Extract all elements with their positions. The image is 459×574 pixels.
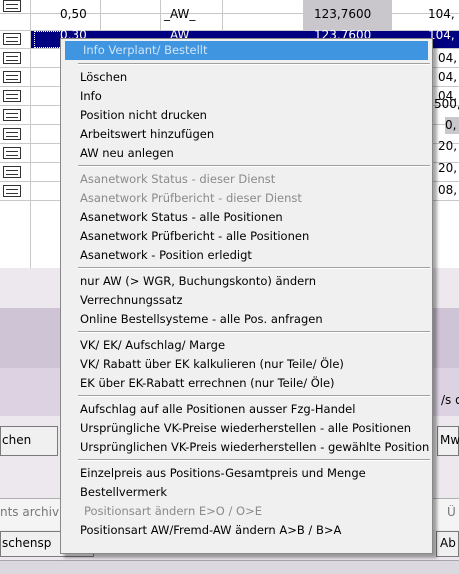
menu-item-aufschlag-alle-positionen[interactable]: Aufschlag auf alle Positionen ausser Fzg… — [80, 400, 355, 419]
menu-item-bestellvermerk[interactable]: Bestellvermerk — [80, 483, 167, 502]
type-cell[interactable]: _AW_ — [164, 6, 195, 23]
row-detail-icon[interactable] — [3, 33, 21, 45]
archive-field[interactable]: nts archiv — [0, 505, 59, 519]
row-detail-icon[interactable] — [3, 52, 21, 64]
archive-right-label: Ü — [447, 505, 456, 519]
context-menu: Info Verplant/ Bestellt Löschen Info Pos… — [60, 38, 433, 554]
row-detail-icon[interactable] — [3, 71, 21, 83]
menu-item-nur-aw-aendern[interactable]: nur AW (> WGR, Buchungskonto) ändern — [80, 272, 316, 291]
menu-separator — [78, 165, 430, 167]
status-bar — [0, 560, 459, 574]
total-cell[interactable]: 20, — [438, 138, 459, 155]
row-detail-icon[interactable] — [3, 0, 21, 12]
row-detail-icon[interactable] — [3, 147, 21, 159]
qty-cell[interactable]: 0,50 — [60, 6, 87, 23]
menu-item-asanetwork-status-alle[interactable]: Asanetwork Status - alle Positionen — [80, 208, 283, 227]
menu-item-position-nicht-drucken[interactable]: Position nicht drucken — [80, 106, 207, 125]
total-cell[interactable]: 04, — [438, 50, 459, 67]
mwst-button-label: Mw — [440, 433, 459, 447]
menu-separator — [78, 267, 430, 269]
total-cell[interactable]: 20, — [438, 160, 459, 177]
menu-item-ek-rabatt-errechnen[interactable]: EK über EK-Rabatt errechnen (nur Teile/ … — [80, 374, 335, 393]
total-cell[interactable]: 104, — [428, 6, 459, 23]
field-label: /s o — [441, 393, 459, 407]
total-cell[interactable]: 08, — [438, 182, 459, 199]
menu-item-asanetwork-status-dienst: Asanetwork Status - dieser Dienst — [80, 172, 276, 186]
menu-item-asanetwork-erledigt[interactable]: Asanetwork - Position erledigt — [80, 246, 252, 265]
tab-right-label: Ab — [440, 536, 456, 550]
menu-item-info[interactable]: Info — [80, 87, 102, 106]
menu-item-vk-preise-wiederherstellen-alle[interactable]: Ursprüngliche VK-Preise wiederherstellen… — [80, 419, 411, 438]
menu-item-arbeitswert-hinzufuegen[interactable]: Arbeitswert hinzufügen — [80, 125, 214, 144]
menu-item-info-verplant[interactable]: Info Verplant/ Bestellt — [65, 41, 428, 60]
row-detail-icon[interactable] — [3, 109, 21, 121]
row-detail-icon[interactable] — [3, 128, 21, 140]
row-detail-icon[interactable] — [3, 185, 21, 197]
menu-item-positionsart-e-o: Positionsart ändern E>O / O>E — [84, 504, 262, 518]
tab-left-label: schensp — [2, 536, 52, 550]
total-cell[interactable]: 04, — [438, 69, 459, 86]
menu-item-asanetwork-pruefbericht-dienst: Asanetwork Prüfbericht - dieser Dienst — [80, 191, 302, 205]
menu-item-vk-ek-aufschlag-marge[interactable]: VK/ EK/ Aufschlag/ Marge — [80, 336, 225, 355]
menu-separator — [78, 63, 430, 65]
total-cell[interactable]: 500, — [434, 96, 459, 113]
menu-item-einzelpreis-aus-gesamtpreis[interactable]: Einzelpreis aus Positions-Gesamtpreis un… — [80, 464, 366, 483]
menu-item-online-bestellsysteme[interactable]: Online Bestellsysteme - alle Pos. anfrag… — [80, 310, 323, 329]
menu-separator — [78, 331, 430, 333]
action-button-label: chen — [2, 433, 32, 447]
menu-item-vk-preis-wiederherstellen-gewaehlt[interactable]: Ursprünglichen VK-Preis wiederherstellen… — [80, 438, 429, 457]
menu-item-verrechnungssatz[interactable]: Verrechnungssatz — [80, 291, 182, 310]
menu-item-aw-neu-anlegen[interactable]: AW neu anlegen — [80, 144, 174, 163]
menu-item-asanetwork-pruefbericht-alle[interactable]: Asanetwork Prüfbericht - alle Positionen — [80, 227, 309, 246]
menu-separator — [78, 459, 430, 461]
total-cell[interactable]: 0, — [445, 117, 459, 134]
menu-item-loeschen[interactable]: Löschen — [80, 68, 127, 87]
menu-item-positionsart-aw-fremd-aw[interactable]: Positionsart AW/Fremd-AW ändern A>B / B>… — [80, 521, 341, 540]
focus-cell[interactable] — [34, 31, 62, 48]
row-detail-icon[interactable] — [3, 90, 21, 102]
menu-separator — [78, 395, 430, 397]
row-detail-icon[interactable] — [3, 166, 21, 178]
menu-item-vk-rabatt-kalkulieren[interactable]: VK/ Rabatt über EK kalkulieren (nur Teil… — [80, 355, 344, 374]
value-cell[interactable]: 123,7600 — [314, 6, 371, 23]
